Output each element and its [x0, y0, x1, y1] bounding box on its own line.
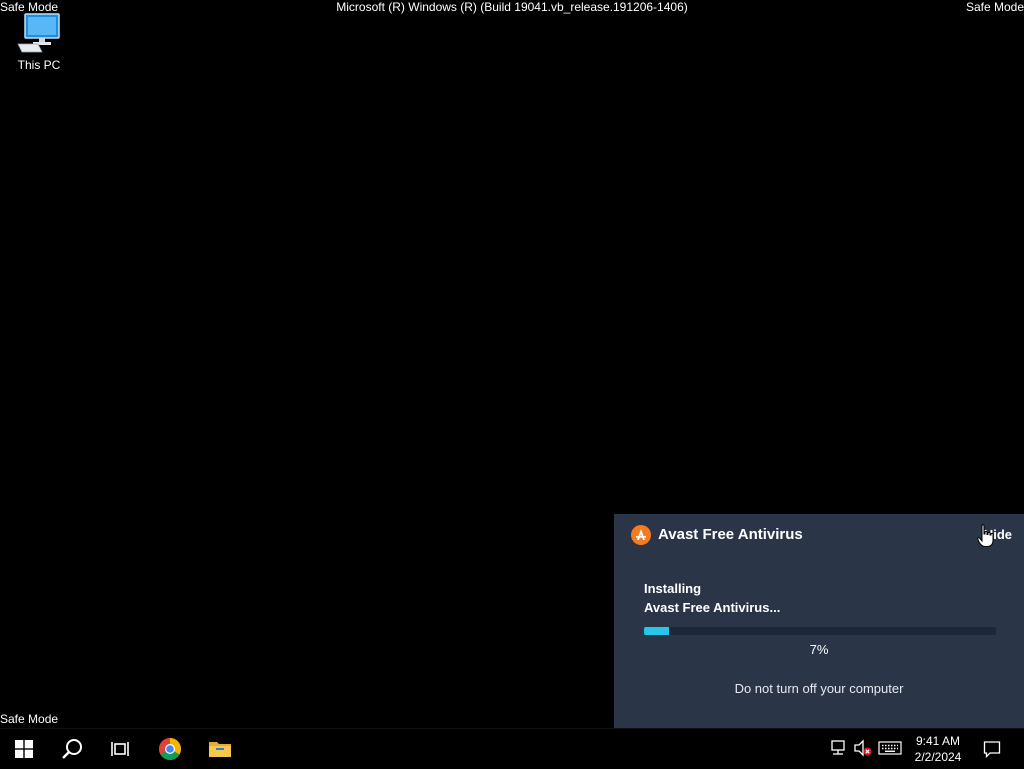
start-button[interactable]: [0, 729, 48, 769]
desktop-icon-label: This PC: [17, 58, 61, 72]
progress-bar: [644, 627, 996, 635]
search-button[interactable]: [48, 729, 96, 769]
network-icon[interactable]: [830, 739, 848, 757]
warning-text: Do not turn off your computer: [734, 681, 904, 696]
file-explorer-icon: [209, 742, 231, 757]
taskbar-clock[interactable]: 9:41 AM 2/2/2024: [908, 733, 968, 765]
avast-logo-icon: [631, 525, 651, 545]
avast-install-panel: Avast Free Antivirus Hide Installing Ava…: [614, 514, 1024, 728]
chrome-taskbar-button[interactable]: [146, 729, 194, 769]
status-installing: Installing: [644, 581, 702, 596]
clock-date: 2/2/2024: [914, 750, 962, 764]
action-center-button[interactable]: [978, 729, 1006, 769]
safe-mode-label-bottom-left: Safe Mode: [0, 712, 59, 726]
computer-icon: [17, 13, 60, 53]
progress-percent: 7%: [809, 642, 829, 657]
windows-start-icon: [15, 740, 33, 758]
status-app-name: Avast Free Antivirus...: [644, 600, 781, 615]
chrome-icon: [159, 738, 181, 760]
panel-title: Avast Free Antivirus: [658, 526, 803, 543]
taskbar: 9:41 AM 2/2/2024: [0, 728, 1024, 769]
safe-mode-label-top-right: Safe Mode: [965, 0, 1024, 14]
notification-icon: [983, 741, 1001, 758]
desktop-icon-this-pc[interactable]: This PC: [8, 12, 70, 72]
task-view-button[interactable]: [96, 729, 144, 769]
task-view-icon: [111, 742, 129, 756]
keyboard-icon[interactable]: [878, 739, 902, 757]
file-explorer-taskbar-button[interactable]: [196, 729, 244, 769]
build-banner: Microsoft (R) Windows (R) (Build 19041.v…: [336, 0, 688, 14]
clock-time: 9:41 AM: [915, 734, 961, 748]
hand-cursor-icon: [977, 524, 994, 547]
volume-muted-icon[interactable]: [853, 739, 873, 757]
search-icon: [62, 739, 82, 759]
progress-bar-fill: [644, 627, 669, 635]
